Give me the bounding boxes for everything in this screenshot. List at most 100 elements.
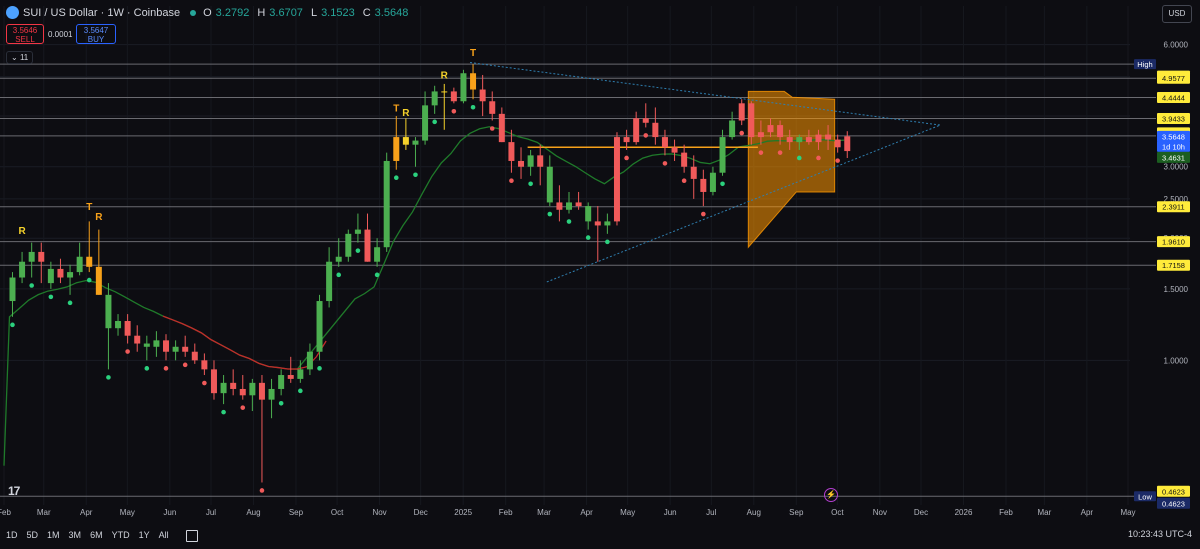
- candle-body[interactable]: [412, 140, 419, 145]
- candle-body[interactable]: [623, 137, 630, 143]
- candle-body[interactable]: [431, 91, 438, 106]
- lightning-icon[interactable]: ⚡: [824, 488, 838, 502]
- candle-body[interactable]: [642, 118, 649, 123]
- candle-body[interactable]: [738, 103, 745, 121]
- candle-body[interactable]: [191, 351, 198, 361]
- candle-body[interactable]: [700, 178, 707, 192]
- candle-body[interactable]: [508, 142, 515, 161]
- sell-button[interactable]: 3.5646 SELL: [6, 24, 44, 44]
- timeframe-3m[interactable]: 3M: [69, 530, 82, 540]
- candle-body[interactable]: [709, 172, 716, 192]
- candle-body[interactable]: [527, 155, 534, 167]
- candle-body[interactable]: [441, 91, 448, 93]
- candle-body[interactable]: [297, 369, 304, 379]
- candle-body[interactable]: [354, 229, 361, 234]
- price-chart[interactable]: RTRTRRT 6.00005.00004.00003.00002.50002.…: [0, 0, 1200, 549]
- candle-body[interactable]: [306, 351, 313, 370]
- candle-body[interactable]: [124, 321, 131, 336]
- candle-body[interactable]: [652, 122, 659, 138]
- candle-body[interactable]: [757, 132, 764, 138]
- currency-selector[interactable]: USD: [1162, 5, 1192, 23]
- candle-body[interactable]: [748, 103, 755, 138]
- candle-body[interactable]: [566, 202, 572, 210]
- candle-body[interactable]: [172, 346, 179, 352]
- candle-body[interactable]: [585, 206, 592, 222]
- candle-body[interactable]: [258, 382, 265, 400]
- candle-body[interactable]: [67, 272, 74, 278]
- candle-body[interactable]: [230, 382, 237, 389]
- candle-body[interactable]: [729, 120, 736, 138]
- candle-body[interactable]: [345, 233, 352, 257]
- candle-body[interactable]: [115, 321, 122, 329]
- candle-body[interactable]: [47, 268, 54, 284]
- candle-body[interactable]: [805, 137, 812, 143]
- timeframe-1d[interactable]: 1D: [6, 530, 18, 540]
- symbol-title[interactable]: SUI / US Dollar · 1W · Coinbase: [23, 7, 180, 19]
- candle-body[interactable]: [278, 375, 285, 389]
- candle-body[interactable]: [220, 382, 227, 394]
- candle-body[interactable]: [844, 136, 851, 152]
- candle-body[interactable]: [182, 346, 189, 352]
- indicators-toggle[interactable]: ⌄ 11: [6, 51, 34, 64]
- buy-button[interactable]: 3.5647 BUY: [76, 24, 116, 44]
- calendar-range-icon[interactable]: [185, 530, 198, 542]
- candle-body[interactable]: [834, 139, 841, 148]
- candle-body[interactable]: [326, 261, 333, 302]
- candle-body[interactable]: [815, 134, 822, 143]
- candle-body[interactable]: [9, 277, 16, 302]
- candle-body[interactable]: [450, 91, 457, 102]
- candle-body[interactable]: [210, 369, 217, 394]
- candle-body[interactable]: [374, 247, 381, 262]
- candle-body[interactable]: [76, 256, 83, 273]
- candle-body[interactable]: [681, 152, 688, 167]
- candle-body[interactable]: [594, 221, 601, 226]
- candle-body[interactable]: [383, 160, 390, 248]
- timeframe-1y[interactable]: 1Y: [139, 530, 150, 540]
- candle-body[interactable]: [268, 388, 275, 400]
- timeframe-5d[interactable]: 5D: [27, 530, 39, 540]
- candle-body[interactable]: [537, 155, 544, 167]
- candle-body[interactable]: [633, 118, 640, 143]
- candle-body[interactable]: [604, 221, 611, 226]
- candle-body[interactable]: [613, 137, 620, 222]
- candle-body[interactable]: [719, 137, 726, 173]
- candle-body[interactable]: [777, 125, 784, 138]
- timeframe-6m[interactable]: 6M: [90, 530, 103, 540]
- candle-body[interactable]: [422, 105, 429, 141]
- candle-body[interactable]: [153, 340, 160, 347]
- timeframe-ytd[interactable]: YTD: [112, 530, 130, 540]
- timeframe-1m[interactable]: 1M: [47, 530, 60, 540]
- candle-body[interactable]: [393, 137, 400, 161]
- candle-body[interactable]: [489, 101, 496, 114]
- candle-body[interactable]: [546, 166, 553, 203]
- candle-body[interactable]: [364, 229, 371, 262]
- candle-body[interactable]: [690, 166, 697, 179]
- candle-body[interactable]: [556, 202, 563, 210]
- candle-body[interactable]: [316, 301, 323, 352]
- candle-body[interactable]: [28, 251, 35, 262]
- candle-body[interactable]: [134, 335, 141, 344]
- candle-body[interactable]: [335, 256, 342, 262]
- time-axis[interactable]: Feb Mar Apr May Jun Jul Aug Sep Oct Nov Dec 2025 Feb…: [0, 508, 1136, 517]
- candle-body[interactable]: [518, 160, 525, 167]
- candle-body[interactable]: [767, 125, 774, 133]
- timeframe-all[interactable]: All: [159, 530, 169, 540]
- candle-body[interactable]: [470, 73, 477, 90]
- candle-body[interactable]: [498, 113, 505, 143]
- candle-body[interactable]: [402, 137, 409, 145]
- candle-body[interactable]: [796, 137, 803, 143]
- candle-body[interactable]: [575, 202, 582, 207]
- candle-body[interactable]: [460, 73, 467, 102]
- candle-body[interactable]: [786, 137, 793, 143]
- candle-body[interactable]: [287, 375, 294, 379]
- candle-body[interactable]: [57, 268, 64, 278]
- candle-body[interactable]: [239, 388, 246, 396]
- candle-body[interactable]: [479, 89, 486, 102]
- candle-body[interactable]: [105, 294, 112, 329]
- candle-body[interactable]: [86, 256, 93, 267]
- candle-body[interactable]: [671, 147, 678, 153]
- candle-body[interactable]: [95, 266, 102, 295]
- candle-body[interactable]: [163, 340, 170, 352]
- candle-body[interactable]: [661, 137, 668, 148]
- candle-body[interactable]: [201, 360, 208, 370]
